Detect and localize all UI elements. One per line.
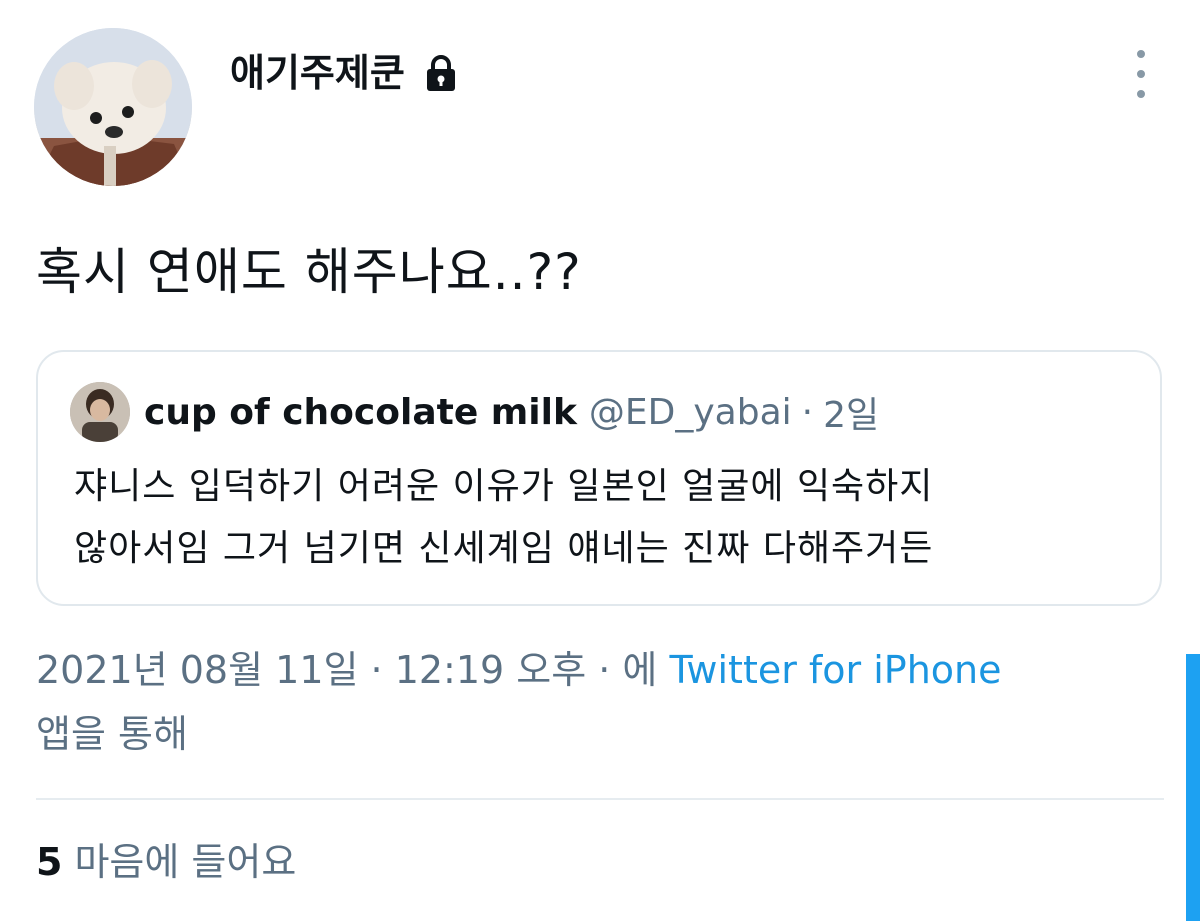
likes-label: 마음에 들어요 (74, 840, 297, 884)
quoted-tweet-card[interactable]: cup of chocolate milk @ED_yabai · 2일 쟈니스… (36, 350, 1162, 606)
author-display-name[interactable]: 애기주제쿤 (230, 46, 461, 100)
quoted-author-name: cup of chocolate milk (144, 391, 577, 433)
divider (36, 798, 1164, 800)
quoted-separator: · (801, 391, 814, 433)
author-name-text: 애기주제쿤 (230, 51, 405, 95)
avatar-icon (70, 382, 130, 442)
more-vertical-icon[interactable] (1124, 50, 1158, 98)
tweet-datetime[interactable]: 2021년 08월 11일 · 12:19 오후 · 에 (36, 648, 669, 692)
more-dot (1137, 70, 1145, 78)
quoted-author-avatar (70, 382, 130, 442)
tweet-source-suffix: 앱을 통해 (36, 712, 188, 756)
tweet-source-link[interactable]: Twitter for iPhone (669, 648, 1001, 692)
lock-icon (421, 53, 461, 93)
likes-stat[interactable]: 5 마음에 들어요 (36, 834, 296, 890)
quoted-text-line: 않아서임 그거 넘기면 신세계임 얘네는 진짜 다해주거든 (74, 528, 934, 569)
tweet-metadata: 2021년 08월 11일 · 12:19 오후 · 에 Twitter for… (36, 638, 1156, 766)
quoted-author-handle: @ED_yabai (588, 391, 792, 433)
avatar-icon (34, 28, 192, 186)
quoted-time: 2일 (823, 395, 880, 436)
tweet-text: 혹시 연애도 해주나요..?? (36, 243, 582, 301)
quoted-text-line: 쟈니스 입덕하기 어려운 이유가 일본인 얼굴에 익숙하지 (74, 466, 934, 507)
likes-count: 5 (36, 840, 63, 884)
more-dot (1137, 90, 1145, 98)
more-dot (1137, 50, 1145, 58)
author-avatar[interactable] (34, 28, 192, 186)
quoted-tweet-text: 쟈니스 입덕하기 어려운 이유가 일본인 얼굴에 익숙하지 않아서임 그거 넘기… (74, 456, 1154, 580)
quoted-tweet-header: cup of chocolate milk @ED_yabai · 2일 (70, 380, 879, 444)
scrollbar[interactable] (1186, 654, 1200, 921)
